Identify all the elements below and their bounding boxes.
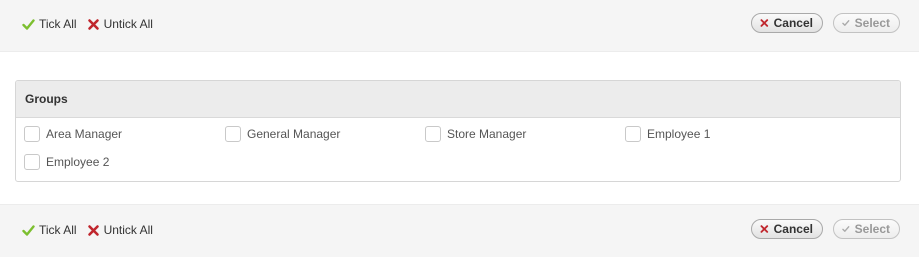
option-label: Store Manager [447,127,527,141]
checkbox[interactable] [24,126,40,142]
groups-options: Area Manager General Manager Store Manag… [16,118,900,181]
tick-links: Tick All Untick All [22,17,163,31]
cross-icon [760,19,769,27]
cross-icon [87,224,99,236]
option-label: General Manager [247,127,341,141]
untick-all-label: Untick All [103,223,153,237]
option-label: Employee 2 [46,155,110,169]
group-option-employee-1[interactable]: Employee 1 [625,126,710,142]
tick-links: Tick All Untick All [22,223,163,237]
checkbox[interactable] [24,154,40,170]
tick-all-link[interactable]: Tick All [22,17,77,31]
group-option-employee-2[interactable]: Employee 2 [24,154,109,170]
cancel-button[interactable]: Cancel [751,13,823,33]
cancel-label: Cancel [773,222,813,236]
toolbar-buttons: Cancel Select [751,219,900,239]
checkbox[interactable] [625,126,641,142]
checkmark-icon [842,20,850,26]
tick-all-label: Tick All [39,223,77,237]
tick-all-link[interactable]: Tick All [22,223,77,237]
group-option-general-manager[interactable]: General Manager [225,126,340,142]
untick-all-label: Untick All [103,17,153,31]
checkmark-icon [22,224,35,236]
checkbox[interactable] [425,126,441,142]
option-label: Area Manager [46,127,123,141]
toolbar-buttons: Cancel Select [751,13,900,33]
checkbox[interactable] [225,126,241,142]
cancel-button[interactable]: Cancel [751,219,823,239]
untick-all-link[interactable]: Untick All [87,223,153,237]
select-label: Select [854,222,890,236]
cancel-label: Cancel [773,16,813,30]
group-option-area-manager[interactable]: Area Manager [24,126,122,142]
checkmark-icon [842,226,850,232]
checkmark-icon [22,18,35,30]
select-button[interactable]: Select [833,219,900,239]
groups-heading: Groups [16,81,900,118]
tick-all-label: Tick All [39,17,77,31]
top-toolbar: Tick All Untick All Cancel Select [0,0,919,52]
group-option-store-manager[interactable]: Store Manager [425,126,526,142]
cross-icon [87,18,99,30]
select-button[interactable]: Select [833,13,900,33]
untick-all-link[interactable]: Untick All [87,17,153,31]
cross-icon [760,225,769,233]
option-label: Employee 1 [647,127,711,141]
groups-panel: Groups Area Manager General Manager Stor… [15,80,901,182]
bottom-toolbar: Tick All Untick All Cancel Select [0,204,919,257]
select-label: Select [854,16,890,30]
